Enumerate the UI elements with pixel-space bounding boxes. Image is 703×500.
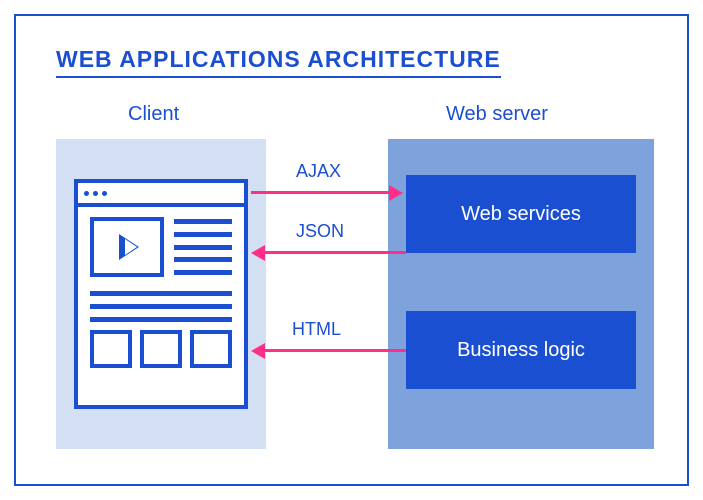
server-column-label: Web server [446,103,548,126]
thumbnail-icon [190,330,232,368]
text-line-icon [90,317,232,322]
text-line-icon [90,304,232,309]
thumbnail-icon [140,330,182,368]
arrow-head-left-icon [251,343,265,359]
video-thumbnail-icon [90,217,164,277]
web-services-box: Web services [406,175,636,253]
arrow-json [263,251,406,254]
arrow-head-right-icon [389,185,403,201]
text-lines-icon [174,217,232,277]
server-panel: Web services Business logic [388,139,654,449]
business-logic-box: Business logic [406,311,636,389]
title-underline [56,76,501,78]
client-panel [56,139,266,449]
window-dot-icon [102,191,107,196]
play-icon [119,234,139,260]
arrow-label-ajax: AJAX [296,161,341,182]
browser-window-icon [74,179,248,409]
arrow-html [263,349,406,352]
window-dot-icon [84,191,89,196]
thumbnail-row [90,330,232,368]
diagram-title: WEB APPLICATIONS ARCHITECTURE [56,46,501,75]
arrow-label-json: JSON [296,221,344,242]
thumbnail-icon [90,330,132,368]
window-dot-icon [93,191,98,196]
client-column-label: Client [128,103,179,126]
browser-body [78,207,244,380]
browser-titlebar [78,183,244,207]
diagram-stage: Client Web server [56,103,655,473]
diagram-frame: WEB APPLICATIONS ARCHITECTURE Client Web… [14,14,689,486]
arrow-label-html: HTML [292,319,341,340]
text-line-icon [90,291,232,296]
arrow-ajax [251,191,391,194]
arrow-head-left-icon [251,245,265,261]
